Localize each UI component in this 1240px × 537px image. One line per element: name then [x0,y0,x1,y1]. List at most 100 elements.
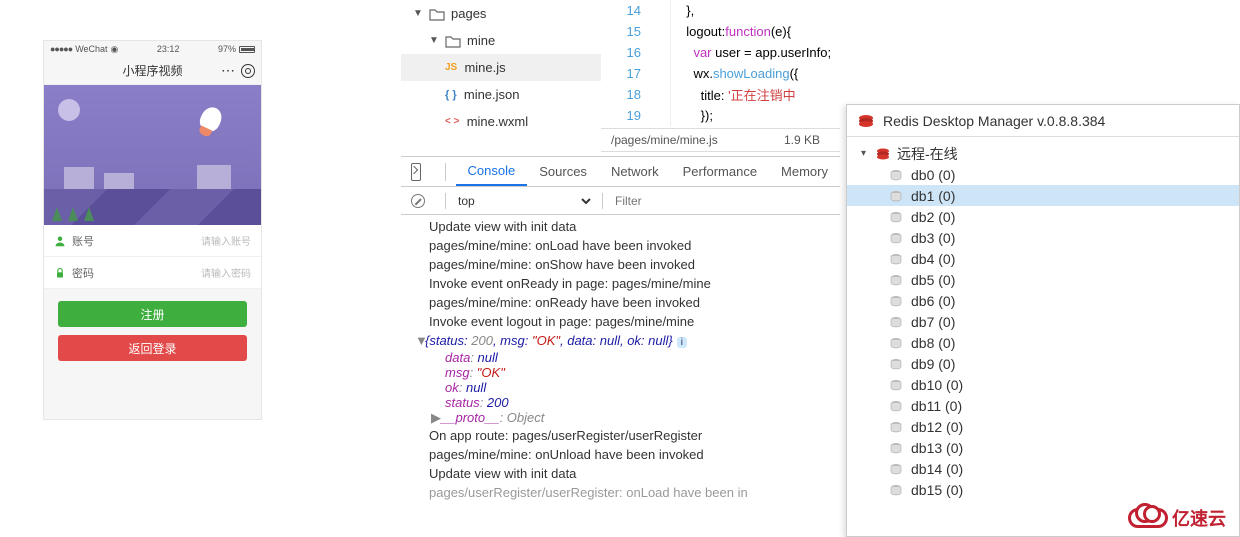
file-mine-wxml[interactable]: < > mine.wxml [401,108,601,135]
context-select[interactable]: top [454,193,594,209]
folder-icon [429,7,445,21]
database-icon [889,357,905,371]
carrier-label: WeChat [75,44,107,54]
redis-title-bar: Redis Desktop Manager v.0.8.8.384 [847,105,1239,137]
redis-icon [857,112,875,130]
log-line: Invoke event logout in page: pages/mine/… [401,312,840,331]
file-label: mine.js [464,60,505,75]
db-label: db12 (0) [911,419,963,435]
tab-memory[interactable]: Memory [769,157,840,186]
redis-db-item[interactable]: db10 (0) [847,374,1239,395]
line-number: 16 [601,45,657,60]
tab-network[interactable]: Network [599,157,671,186]
file-size: 1.9 KB [784,133,820,147]
app-title-bar: 小程序视频 ⋯ [44,57,261,85]
line-number: 15 [601,24,657,39]
redis-db-item[interactable]: db4 (0) [847,248,1239,269]
folder-mine[interactable]: ▼mine [401,27,601,54]
file-path: /pages/mine/mine.js [611,133,718,147]
app-title: 小程序视频 [122,62,182,79]
folder-icon [445,34,461,48]
log-line: Update view with init data [401,217,840,236]
object-property[interactable]: ▶__proto__: Object [401,410,840,426]
db-label: db4 (0) [911,251,955,267]
database-icon [889,210,905,224]
redis-db-item[interactable]: db13 (0) [847,437,1239,458]
battery-icon [239,46,255,53]
signal-icon: ●●●●● [50,44,72,54]
redis-db-item[interactable]: db6 (0) [847,290,1239,311]
db-label: db14 (0) [911,461,963,477]
console-log[interactable]: Update view with init data pages/mine/mi… [401,215,840,504]
file-mine-json[interactable]: { } mine.json [401,81,601,108]
devtools-tabs: Console Sources Network Performance Memo… [401,157,840,187]
redis-server-icon [875,146,891,162]
db-label: db8 (0) [911,335,955,351]
database-icon [889,231,905,245]
file-tree: ▼pages ▼mine JS mine.js { } mine.json < … [401,0,601,150]
line-number: 17 [601,66,657,81]
redis-db-item[interactable]: db0 (0) [847,164,1239,185]
redis-db-item[interactable]: db5 (0) [847,269,1239,290]
password-field[interactable]: 密码 请输入密码 [44,257,261,289]
filter-input[interactable] [611,192,840,210]
tab-console[interactable]: Console [456,157,528,186]
redis-db-item[interactable]: db2 (0) [847,206,1239,227]
back-login-button[interactable]: 返回登录 [58,335,247,361]
log-line: pages/userRegister/userRegister: onLoad … [401,483,840,502]
battery-percent: 97% [218,44,236,54]
folder-label: mine [467,33,495,48]
tab-sources[interactable]: Sources [527,157,599,186]
redis-db-item[interactable]: db15 (0) [847,479,1239,500]
user-icon [54,235,66,247]
db-label: db15 (0) [911,482,963,498]
redis-window: Redis Desktop Manager v.0.8.8.384 ▾ 远程-在… [846,104,1240,537]
redis-title: Redis Desktop Manager v.0.8.8.384 [883,113,1105,129]
redis-db-item[interactable]: db7 (0) [847,311,1239,332]
log-object[interactable]: ▼{status: 200, msg: "OK", data: null, ok… [401,331,840,350]
database-icon [889,252,905,266]
db-label: db1 (0) [911,188,955,204]
tab-performance[interactable]: Performance [671,157,769,186]
inspect-icon[interactable] [411,163,421,181]
database-icon [889,462,905,476]
console-toolbar: top [401,187,840,215]
database-icon [889,273,905,287]
redis-db-item[interactable]: db11 (0) [847,395,1239,416]
log-line: pages/mine/mine: onUnload have been invo… [401,445,840,464]
code-text: }, [671,3,694,18]
db-label: db10 (0) [911,377,963,393]
folder-label: pages [451,6,486,21]
code-text: }); [671,108,713,123]
code-text: logout:function(e){ [671,24,791,39]
redis-db-item[interactable]: db14 (0) [847,458,1239,479]
more-icon[interactable]: ⋯ [221,62,235,79]
redis-db-item[interactable]: db9 (0) [847,353,1239,374]
redis-db-item[interactable]: db1 (0) [847,185,1239,206]
file-mine-js[interactable]: JS mine.js [401,54,601,81]
redis-server[interactable]: ▾ 远程-在线 [847,143,1239,164]
database-icon [889,189,905,203]
redis-db-item[interactable]: db3 (0) [847,227,1239,248]
account-field[interactable]: 账号 请输入账号 [44,225,261,257]
log-line: On app route: pages/userRegister/userReg… [401,426,840,445]
object-property: status: 200 [401,395,840,410]
wifi-icon: ◉ [111,44,119,55]
server-label: 远程-在线 [897,144,958,164]
status-bar: ●●●●●WeChat◉ 23:12 97% [44,41,261,57]
db-label: db6 (0) [911,293,955,309]
clear-console-icon[interactable] [411,194,425,208]
phone-simulator: ●●●●●WeChat◉ 23:12 97% 小程序视频 ⋯ 账号 请输入账号 … [43,40,262,420]
cloud-icon [1128,508,1168,528]
redis-db-item[interactable]: db12 (0) [847,416,1239,437]
redis-db-item[interactable]: db8 (0) [847,332,1239,353]
hero-illustration [44,85,261,225]
folder-pages[interactable]: ▼pages [401,0,601,27]
db-label: db9 (0) [911,356,955,372]
target-icon[interactable] [241,64,255,78]
log-line: Invoke event onReady in page: pages/mine… [401,274,840,293]
register-button[interactable]: 注册 [58,301,247,327]
db-label: db0 (0) [911,167,955,183]
database-icon [889,420,905,434]
db-label: db13 (0) [911,440,963,456]
